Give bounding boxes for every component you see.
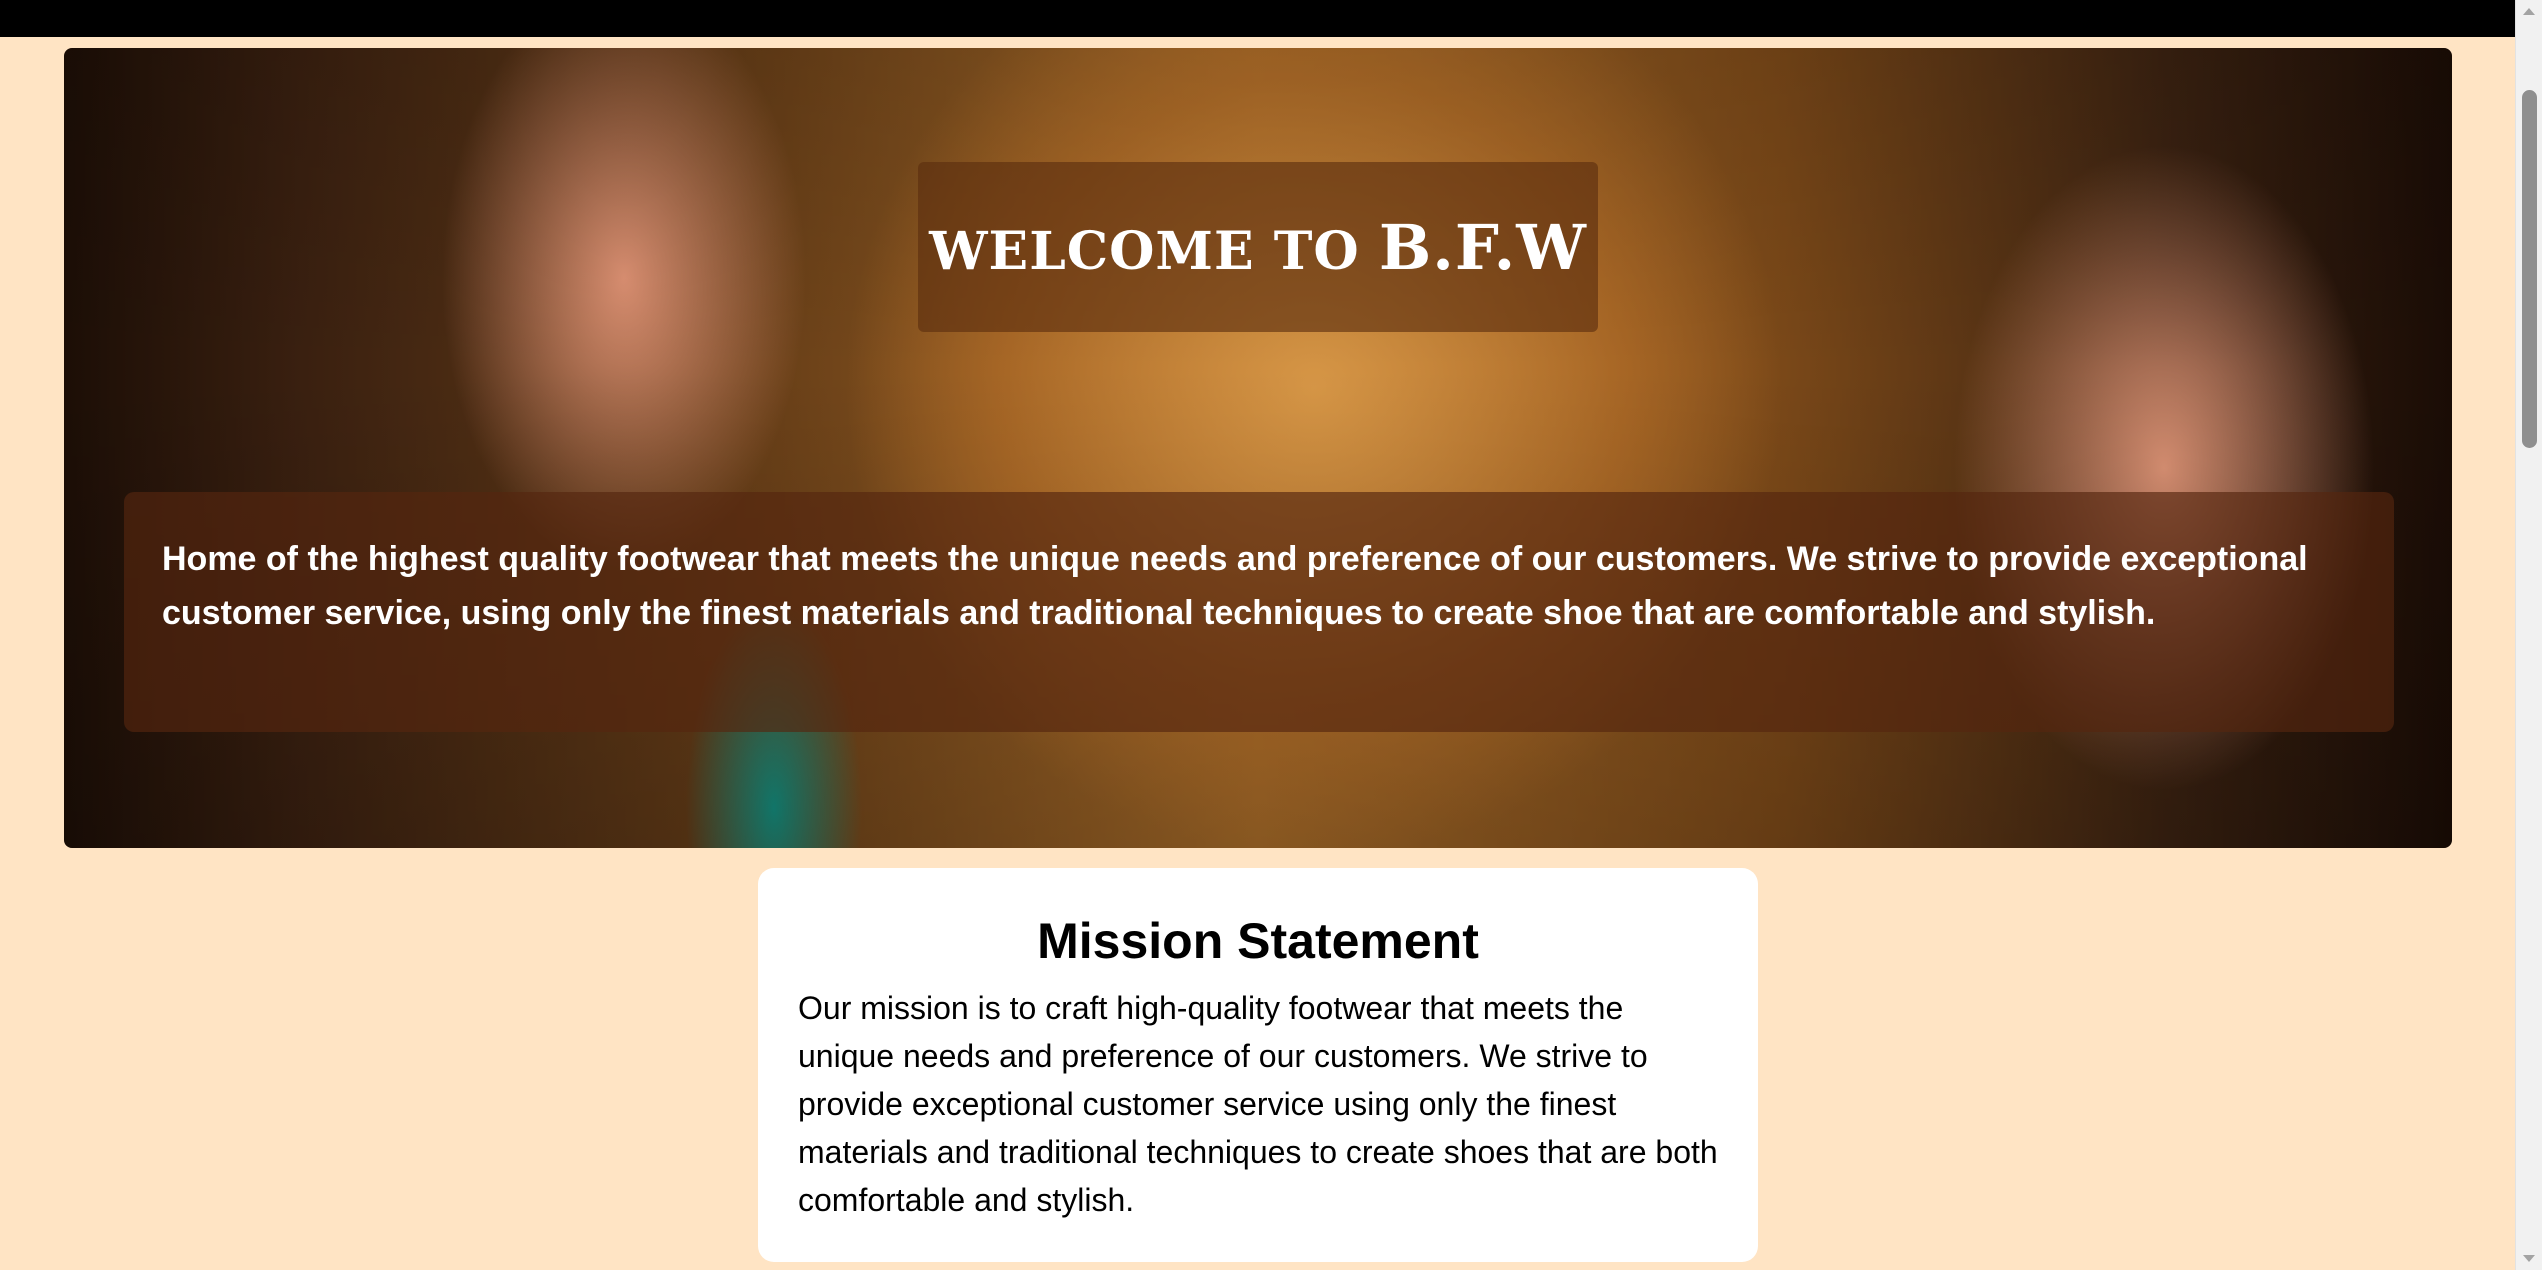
hero-description: Home of the highest quality footwear tha… [162, 540, 2308, 632]
scroll-down-icon[interactable] [2516, 1248, 2542, 1270]
scroll-thumb[interactable] [2522, 90, 2537, 448]
hero-description-box: Home of the highest quality footwear tha… [124, 492, 2394, 732]
top-bar [0, 0, 2515, 37]
hero-title: WELCOME TO B.F.W [929, 211, 1587, 284]
mission-title: Mission Statement [1037, 913, 1479, 969]
hero-title-brand: B.F.W [1378, 210, 1587, 284]
mission-card: Mission Statement Our mission is to craf… [758, 868, 1758, 1262]
hero-title-prefix: WELCOME TO [929, 220, 1379, 282]
scroll-up-icon[interactable] [2516, 0, 2542, 22]
hero-title-box: WELCOME TO B.F.W [918, 162, 1598, 332]
hero-banner: WELCOME TO B.F.W Home of the highest qua… [64, 48, 2452, 848]
mission-text: Our mission is to craft high-quality foo… [798, 990, 1718, 1218]
vertical-scrollbar[interactable] [2515, 0, 2542, 1270]
